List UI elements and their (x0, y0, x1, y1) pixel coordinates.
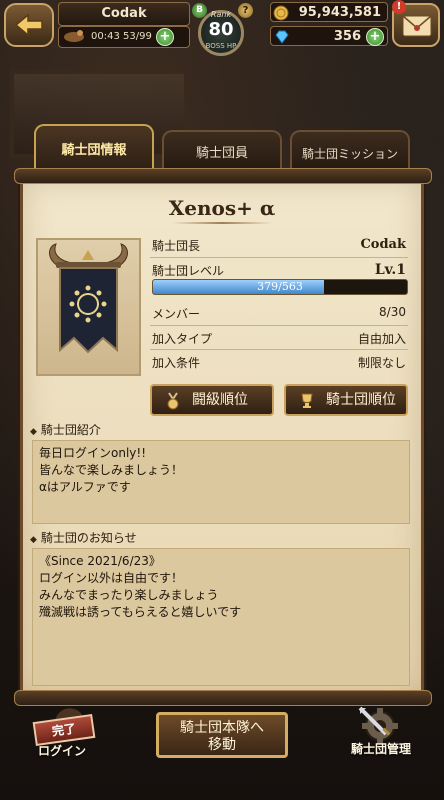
member-row: メンバー 8/30 (150, 302, 408, 324)
join-condition-row: 加入条件 制限なし (150, 351, 408, 373)
gold-bar: 95,943,581 (270, 2, 388, 22)
join-type-row: 加入タイプ 自由加入 (150, 327, 408, 349)
stamina-time: 00:43 (91, 31, 120, 42)
battle-rank-button[interactable]: 闘級順位 (150, 384, 274, 416)
leader-label: 騎士団長 (152, 239, 201, 253)
member-value: 8/30 (379, 305, 406, 319)
hq-line-1: 騎士団本隊へ (180, 720, 264, 736)
gold-amount: 95,943,581 (298, 5, 381, 20)
coin-icon (273, 5, 289, 21)
battle-rank-label: 闘級順位 (192, 392, 248, 408)
move-to-hq-button[interactable]: 騎士団本隊へ 移動 (156, 712, 288, 758)
envelope-icon (402, 15, 432, 37)
notice-line: 《Since 2021/6/23》 (39, 554, 161, 568)
diamond-bullet-icon: ◆ (30, 535, 37, 545)
medal-icon (167, 392, 179, 410)
join-type-value: 自由加入 (357, 332, 406, 346)
knight-banner (36, 238, 141, 376)
intro-line: 毎日ログインonly!! (39, 446, 147, 460)
notice-line: ログイン以外は自由です！ (39, 571, 184, 585)
diamond-icon (275, 30, 289, 44)
knight-manage-label: 騎士団管理 (350, 742, 411, 756)
banner-emblem-icon (49, 243, 128, 354)
gear-sword-icon (358, 706, 398, 744)
rank-number: 80 (208, 19, 234, 40)
divider (150, 325, 408, 326)
tab-knight-info[interactable]: 騎士団情報 (34, 124, 154, 172)
stamina-plus-button[interactable]: + (156, 28, 174, 46)
trophy-icon (301, 393, 313, 408)
mail-alert-badge: ! (392, 0, 406, 14)
intro-text-box: 毎日ログインonly!! 皆んなで楽しみましょう！ αはアルファです (32, 440, 410, 524)
intro-section-title: ◆ 騎士団紹介 (30, 421, 101, 438)
login-label: ログイン (38, 744, 87, 758)
arrow-left-icon (14, 13, 43, 37)
stamina-value: 53/99 (123, 31, 152, 42)
top-hud: Codak 00:43 53/99 + Rank 80 BOSS HP B ? … (0, 0, 444, 62)
gem-amount: 356 (333, 29, 361, 44)
diamond-bullet-icon: ◆ (30, 427, 37, 437)
login-bonus-button[interactable]: 完了 ログイン (30, 704, 104, 768)
join-condition-value: 制限なし (357, 356, 406, 370)
b-badge-icon[interactable]: B (192, 3, 207, 18)
knight-rank-button[interactable]: 騎士団順位 (284, 384, 408, 416)
tab-members[interactable]: 騎士団員 (162, 130, 282, 172)
back-button[interactable] (4, 3, 54, 47)
stamina-icon (64, 30, 84, 42)
level-label: 騎士団レベル (152, 264, 225, 278)
knight-order-name: Xenos+ α (168, 196, 276, 220)
notice-line: 殲滅戦は誘ってもらえると嬉しいです (39, 605, 242, 619)
title-flourish (172, 222, 272, 224)
divider (150, 257, 408, 258)
intro-line: 皆んなで楽しみましょう！ (39, 463, 184, 477)
notice-text-box: 《Since 2021/6/23》 ログイン以外は自由です！ みんなでまったり楽… (32, 548, 410, 686)
rank-sub: BOSS HP (205, 42, 237, 50)
hq-line-2: 移動 (208, 737, 236, 753)
level-row: 騎士団レベル Lv.1 (150, 259, 408, 281)
notice-section-title: ◆ 騎士団のお知らせ (30, 529, 137, 546)
panel-top-rail (14, 168, 432, 184)
level-value: Lv.1 (374, 262, 406, 278)
tab-missions[interactable]: 騎士団ミッション (290, 130, 410, 172)
help-icon[interactable]: ? (238, 3, 253, 18)
join-condition-label: 加入条件 (152, 356, 201, 370)
gem-plus-button[interactable]: + (366, 28, 384, 46)
notice-line: みんなでまったり楽しみましょう (39, 588, 219, 602)
knight-manage-button[interactable]: 騎士団管理 (336, 704, 426, 768)
exp-progress-bar: 379/563 (152, 279, 408, 295)
notice-title-text: 騎士団のお知らせ (40, 531, 137, 545)
divider (150, 349, 408, 350)
member-label: メンバー (152, 307, 201, 321)
join-type-label: 加入タイプ (152, 332, 213, 346)
leader-row: 騎士団長 Codak (150, 234, 408, 256)
exp-progress-text: 379/563 (257, 280, 303, 293)
intro-line: αはアルファです (39, 480, 131, 494)
leader-value: Codak (360, 237, 406, 252)
knight-rank-label: 騎士団順位 (326, 392, 396, 408)
intro-title-text: 騎士団紹介 (40, 423, 101, 437)
player-name: Codak (58, 2, 190, 26)
